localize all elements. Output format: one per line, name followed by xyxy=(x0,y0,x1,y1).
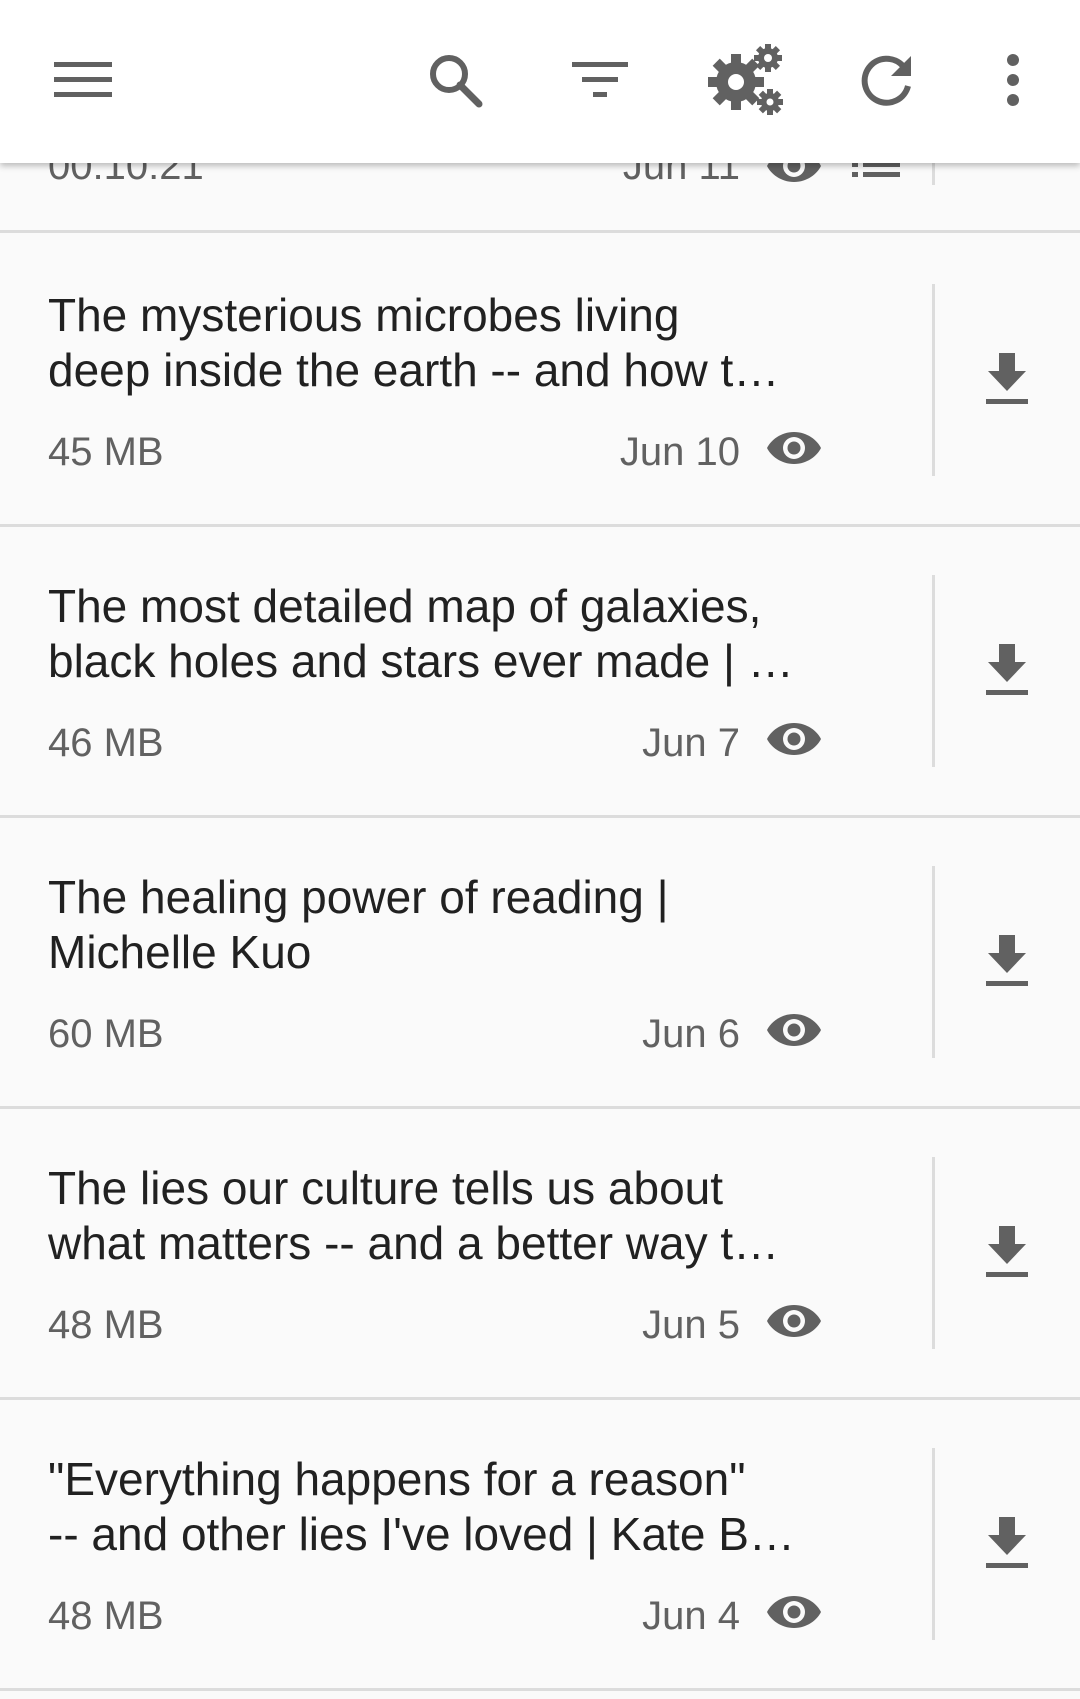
download-icon xyxy=(986,644,1028,695)
filter-button[interactable] xyxy=(555,35,645,125)
download-icon xyxy=(986,353,1028,404)
refresh-button[interactable] xyxy=(842,35,932,125)
episode-title: "Everything happens for a reason" -- and… xyxy=(48,1453,795,1560)
list-item[interactable]: "Everything happens for a reason" -- and… xyxy=(0,1400,1080,1691)
episode-date: Jun 7 xyxy=(642,721,740,765)
file-size: 60 MB xyxy=(48,1012,164,1056)
list-item[interactable]: The healing power of reading | Michelle … xyxy=(0,818,1080,1109)
list-item[interactable]: The most detailed map of galaxies, black… xyxy=(0,527,1080,818)
episode-date: Jun 6 xyxy=(642,1012,740,1056)
file-size: 45 MB xyxy=(48,430,164,474)
eye-icon xyxy=(766,1303,822,1344)
item-divider xyxy=(932,284,935,476)
refresh-icon xyxy=(861,55,911,106)
item-divider xyxy=(932,866,935,1058)
episode-title: The lies our culture tells us about what… xyxy=(48,1162,780,1269)
settings-icon xyxy=(708,44,783,115)
download-icon xyxy=(986,935,1028,986)
episode-date: Jun 5 xyxy=(642,1303,740,1347)
download-button[interactable] xyxy=(970,334,1044,424)
item-divider xyxy=(932,1157,935,1349)
item-divider xyxy=(932,1448,935,1640)
episode-title: The healing power of reading | Michelle … xyxy=(48,871,669,978)
search-button[interactable] xyxy=(410,35,500,125)
file-size: 48 MB xyxy=(48,1303,164,1347)
app-toolbar xyxy=(0,0,1080,163)
item-divider xyxy=(932,575,935,767)
episode-date: Jun 4 xyxy=(642,1594,740,1638)
filter-icon xyxy=(572,62,628,97)
episode-title: The mysterious microbes living deep insi… xyxy=(48,289,780,396)
eye-icon xyxy=(766,1012,822,1053)
download-icon xyxy=(986,1226,1028,1277)
file-size: 46 MB xyxy=(48,721,164,765)
download-button[interactable] xyxy=(970,625,1044,715)
file-size: 48 MB xyxy=(48,1594,164,1638)
menu-icon xyxy=(54,62,112,97)
search-icon xyxy=(430,55,483,108)
download-button[interactable] xyxy=(970,1498,1044,1588)
settings-button[interactable] xyxy=(700,35,790,125)
download-button[interactable] xyxy=(970,1207,1044,1297)
more-options-button[interactable] xyxy=(968,35,1058,125)
eye-icon xyxy=(766,1594,822,1635)
menu-button[interactable] xyxy=(38,35,128,125)
list-item[interactable]: The mysterious microbes living deep insi… xyxy=(0,236,1080,527)
eye-icon xyxy=(766,721,822,762)
download-button[interactable] xyxy=(970,916,1044,1006)
download-icon xyxy=(986,1517,1028,1568)
list-item[interactable]: The lies our culture tells us about what… xyxy=(0,1109,1080,1400)
episode-title: The most detailed map of galaxies, black… xyxy=(48,580,794,687)
eye-icon xyxy=(766,430,822,471)
episode-date: Jun 10 xyxy=(619,430,740,474)
more-vert-icon xyxy=(1007,54,1019,106)
